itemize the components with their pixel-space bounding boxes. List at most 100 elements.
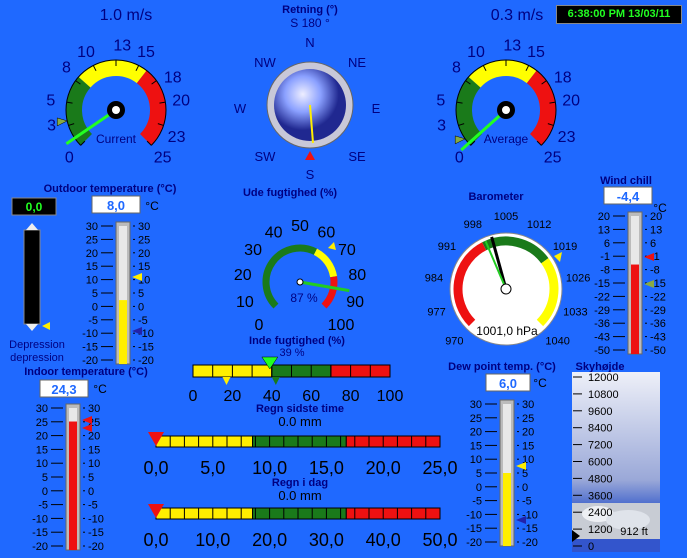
dewpoint-temp-tick-left: 30 [470, 399, 482, 411]
windchill-temp-tick-right: -50 [650, 345, 666, 357]
windchill-temp-tick-right: 13 [650, 224, 662, 236]
humidity-out-tick-label: 30 [244, 242, 262, 259]
wind-current-speed: 1.0 m/s [100, 7, 152, 24]
barometer-tick-label: 977 [427, 307, 445, 319]
wind-current-tick-label: 15 [137, 44, 155, 61]
rain-last-tick-label: 5,0 [200, 458, 225, 478]
indoor-temp-tick-left: -15 [32, 527, 48, 539]
windchill-temp-fill [631, 264, 639, 354]
wind-current-tick-label: 13 [113, 37, 131, 54]
windchill-temp-tick-left: -8 [600, 265, 610, 277]
dewpoint-temp-tick-left: 5 [476, 468, 482, 480]
windchill-temp-tick-left: -29 [594, 305, 610, 317]
compass-point-ne: NE [348, 55, 366, 70]
depression-value: 0,0 [26, 200, 43, 214]
outdoor-temp-tick-left: -15 [82, 342, 98, 354]
indoor-temp-tick-right: 20 [88, 431, 100, 443]
humidity-out-arc-red [321, 276, 338, 309]
outdoor-title: Outdoor temperature (°C) [44, 183, 177, 195]
outdoor-temp-tick-right: -15 [138, 342, 154, 354]
outdoor-unit: °C [145, 199, 159, 213]
dewpoint-temp-tick-right: -20 [522, 537, 538, 549]
outdoor-temp-tick-right: 15 [138, 261, 150, 273]
dewpoint-temp-tick-left: 15 [470, 440, 482, 452]
wind-average-tick-label: 3 [437, 117, 446, 134]
direction-title: Retning (°) [282, 4, 338, 16]
humidity-out-arc-yellow [313, 248, 338, 278]
barometer-title: Barometer [468, 191, 524, 203]
rain-last-tick-label: 10,0 [252, 458, 287, 478]
cloud-value: 912 ft [620, 526, 648, 538]
windchill-temp-tick-left: 20 [598, 211, 610, 223]
dewpoint-temp-tick-right: 25 [522, 413, 534, 425]
cloud-tick-label: 6000 [588, 457, 612, 469]
compass-point-nw: NW [254, 55, 276, 70]
wind-current-tick-label: 25 [154, 150, 172, 167]
indoor-value: 24,3 [51, 382, 76, 397]
dewpoint-temp-tick-right: 5 [522, 468, 528, 480]
indoor-temp-tick-right: -10 [88, 513, 104, 525]
outdoor-temp-tick-right: 0 [138, 301, 144, 313]
dewpoint-unit: °C [533, 376, 547, 390]
barometer-tick-label: 984 [425, 273, 443, 285]
clock-display: 6:38:00 PM 13/03/11 [556, 5, 682, 24]
compass-point-s: S [306, 167, 315, 182]
wind-average-tick-label: 10 [467, 44, 485, 61]
windchill-temp-tick-left: -50 [594, 345, 610, 357]
wind-average-speed: 0.3 m/s [491, 7, 543, 24]
outdoor-temp-tick-left: 25 [86, 234, 98, 246]
humidity-out-tick-label: 40 [265, 224, 283, 241]
dewpoint-temp-tick-left: -15 [466, 523, 482, 535]
wind-current-marker [56, 117, 68, 127]
dewpoint-temp-tick-left: 20 [470, 427, 482, 439]
dewpoint-temp-tick-left: 10 [470, 454, 482, 466]
humidity-in-bar-green [271, 364, 332, 378]
humidity-out-tick-label: 10 [236, 294, 254, 311]
indoor-temp-tick-right: -15 [88, 527, 104, 539]
windchill-title: Wind chill [600, 175, 652, 187]
rain-last-tick-label: 15,0 [309, 458, 344, 478]
windchill-temp-marker [644, 280, 654, 288]
indoor-unit: °C [93, 382, 107, 396]
cloud-tick-label: 12000 [588, 372, 619, 384]
windchill-temp-tick-left: -1 [600, 251, 610, 263]
dewpoint-temp-tick-right: 20 [522, 427, 534, 439]
cloud-tick-label: 9600 [588, 406, 612, 418]
humidity-out-tick-label: 70 [338, 242, 356, 259]
humidity-out-hub [296, 278, 304, 286]
windchill-temp-tick-right: -22 [650, 291, 666, 303]
gauge-canvas: 035810 13 1518202325Current035810 13 1518202… [9, 4, 667, 553]
barometer-tick-label: 1033 [563, 307, 587, 319]
wind-current-tick-label: 20 [172, 93, 190, 110]
compass-point-sw: SW [255, 149, 277, 164]
dewpoint-temp-tick-right: 15 [522, 440, 534, 452]
cloud-tick-label: 7200 [588, 440, 612, 452]
outdoor-temp-tick-right: 20 [138, 248, 150, 260]
wind-current-tick-label: 5 [46, 93, 55, 110]
wind-average-arc-red [526, 70, 556, 146]
wind-current-tick-label: 10 [77, 44, 95, 61]
barometer-tick-label: 1005 [494, 211, 518, 223]
dewpoint-temp-tick-left: 25 [470, 413, 482, 425]
barometer-tick-label: 970 [445, 336, 463, 348]
barometer-tick-label: 1026 [566, 273, 590, 285]
humidity-out-value: 87 % [290, 291, 318, 305]
humidity-in-value: 39 % [279, 347, 304, 359]
indoor-temp-marker [82, 424, 92, 432]
rain-day-tick-label: 10,0 [195, 530, 230, 550]
dewpoint-temp-tick-left: -20 [466, 537, 482, 549]
humidity-out-tick-label: 60 [317, 224, 335, 241]
windchill-temp-marker [644, 253, 654, 261]
humidity-in-bar-red [330, 364, 391, 378]
windchill-temp-tick-right: -8 [650, 265, 660, 277]
indoor-temp-marker [82, 416, 92, 424]
barometer-tick-label: 991 [438, 241, 456, 253]
outdoor-temp-tick-right: 5 [138, 288, 144, 300]
humidity-in-tick-label: 0 [189, 388, 198, 405]
wind-average-label: Average [484, 132, 529, 146]
humidity-out-needle [299, 280, 350, 293]
wind-current-arc-yellow [78, 60, 147, 88]
indoor-temp-tick-left: 5 [42, 472, 48, 484]
compass-point-n: N [305, 35, 314, 50]
rain-last-tick-label: 20,0 [366, 458, 401, 478]
